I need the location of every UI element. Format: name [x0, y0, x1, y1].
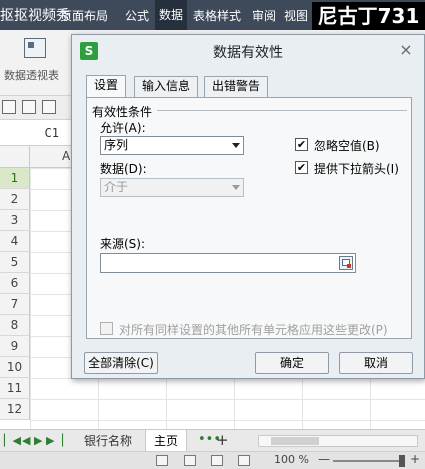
prev-sheet-icon[interactable]: ◀: [22, 434, 30, 447]
allow-select[interactable]: 序列: [100, 136, 244, 155]
menu-table-style[interactable]: 表格样式: [193, 7, 241, 24]
group-divider: [157, 110, 407, 111]
dropdown-arrow-label[interactable]: 提供下拉箭头(I): [314, 160, 399, 177]
row-header[interactable]: 4: [0, 231, 30, 252]
menu-review[interactable]: 审阅: [252, 7, 276, 24]
select-all-corner[interactable]: [0, 146, 30, 168]
first-sheet-icon[interactable]: ▏◀: [4, 434, 21, 447]
cancel-button[interactable]: 取消: [339, 352, 413, 374]
print-icon[interactable]: [42, 100, 56, 114]
apply-to-all-label: 对所有同样设置的其他所有单元格应用这些更改(P): [119, 323, 388, 337]
ignore-blank-checkbox[interactable]: ✔: [295, 138, 308, 151]
open-folder-icon[interactable]: [2, 100, 16, 114]
row-header[interactable]: 5: [0, 252, 30, 273]
data-label: 数据(D):: [100, 162, 147, 176]
source-label: 来源(S):: [100, 237, 146, 251]
clear-all-button[interactable]: 全部清除(C): [84, 352, 158, 374]
scrollbar-thumb[interactable]: [271, 437, 319, 445]
settings-panel: 有效性条件 允许(A): 序列 ✔ 忽略空值(B) 数据(D): ✔ 提供下拉箭…: [86, 97, 412, 339]
reading-view-icon[interactable]: [238, 455, 250, 466]
last-sheet-icon[interactable]: ▶▕: [46, 434, 63, 447]
chevron-down-icon: [232, 185, 240, 190]
zoom-slider-handle[interactable]: [399, 455, 405, 467]
normal-view-icon[interactable]: [156, 455, 168, 466]
row-header[interactable]: 1: [0, 168, 30, 189]
status-bar: 100 % — +: [0, 451, 425, 469]
menu-page-layout[interactable]: 页面布局: [60, 7, 108, 24]
sheet-tab-bank-name[interactable]: 银行名称: [76, 430, 140, 452]
row-header[interactable]: 10: [0, 357, 30, 378]
sheet-tab-bar: ▏◀ ◀ ▶ ▶▕ 银行名称 主页 ••• +: [0, 429, 425, 452]
apply-to-all-checkbox: [100, 322, 113, 335]
save-icon[interactable]: [22, 100, 36, 114]
page-break-view-icon[interactable]: [211, 455, 223, 466]
allow-label: 允许(A):: [100, 121, 146, 135]
row-header[interactable]: 3: [0, 210, 30, 231]
tab-input-message[interactable]: 输入信息: [134, 76, 199, 97]
horizontal-scrollbar[interactable]: [258, 435, 418, 447]
zoom-in-icon[interactable]: +: [410, 452, 420, 466]
pivot-table-button[interactable]: 数据透视表: [4, 67, 59, 83]
dialog-title: 数据有效性: [213, 45, 283, 61]
menu-view[interactable]: 视图: [284, 7, 308, 24]
ok-button[interactable]: 确定: [255, 352, 329, 374]
watermark-label: 尼古丁731: [312, 2, 425, 30]
data-select-value: 介于: [104, 180, 129, 194]
close-icon[interactable]: ×: [396, 40, 416, 60]
row-header[interactable]: 2: [0, 189, 30, 210]
chevron-down-icon: [232, 143, 240, 148]
data-validation-dialog: S 数据有效性 × 设置 输入信息 出错警告 有效性条件 允许(A): 序列 ✔…: [71, 34, 425, 379]
cell-reference-box[interactable]: C1: [0, 120, 80, 146]
ignore-blank-label[interactable]: 忽略空值(B): [314, 137, 380, 154]
sheet-tab-home[interactable]: 主页: [145, 430, 188, 452]
tab-settings[interactable]: 设置: [86, 75, 127, 98]
row-header[interactable]: 11: [0, 378, 30, 399]
add-sheet-icon[interactable]: +: [216, 431, 229, 449]
zoom-slider[interactable]: [333, 460, 405, 462]
data-select: 介于: [100, 178, 244, 197]
menu-formulas[interactable]: 公式: [125, 7, 149, 24]
row-header[interactable]: 8: [0, 315, 30, 336]
source-input[interactable]: [100, 253, 356, 273]
tab-error-alert[interactable]: 出错警告: [204, 76, 269, 97]
allow-select-value: 序列: [104, 138, 129, 152]
row-header[interactable]: 12: [0, 399, 30, 420]
column-header-a[interactable]: A: [62, 149, 70, 163]
pivot-table-icon[interactable]: [24, 38, 46, 58]
dialog-titlebar[interactable]: S 数据有效性 ×: [72, 35, 424, 67]
menu-data[interactable]: 数据: [155, 0, 188, 30]
dropdown-arrow-checkbox[interactable]: ✔: [295, 161, 308, 174]
next-sheet-icon[interactable]: ▶: [34, 434, 42, 447]
page-layout-view-icon[interactable]: [184, 455, 196, 466]
zoom-level: 100 %: [274, 453, 309, 466]
range-select-icon[interactable]: [339, 256, 353, 270]
menu-bar: 抠抠视频秀 页面布局 公式 数据 表格样式 审阅 视图 尼古丁731: [0, 0, 425, 30]
validation-criteria-heading: 有效性条件: [92, 105, 153, 119]
row-header[interactable]: 6: [0, 273, 30, 294]
zoom-out-icon[interactable]: —: [318, 452, 330, 466]
row-header[interactable]: 7: [0, 294, 30, 315]
row-header[interactable]: 9: [0, 336, 30, 357]
